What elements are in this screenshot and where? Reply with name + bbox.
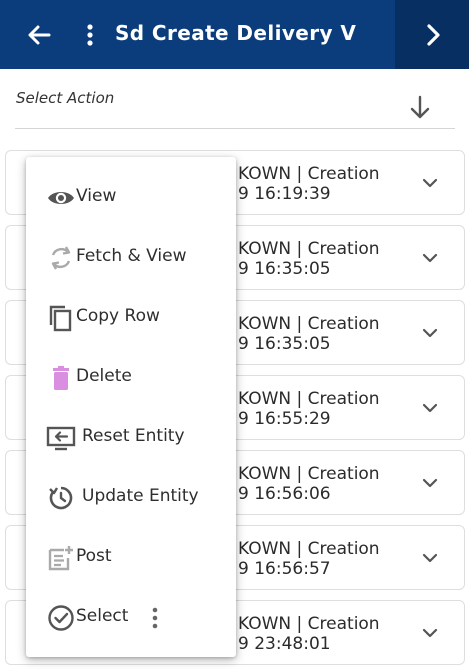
arrow-left-icon <box>28 25 51 45</box>
back-button[interactable] <box>24 20 54 50</box>
menu-item-label: Fetch & View <box>76 246 187 266</box>
app-header: Sd Create Delivery V <box>0 0 469 69</box>
select-action-label[interactable]: Select Action <box>16 89 114 107</box>
row-timestamp: 9 16:56:06 <box>238 484 331 504</box>
chevron-down-icon[interactable] <box>420 250 440 266</box>
page-title: Sd Create Delivery V <box>115 21 357 45</box>
more-options-icon[interactable] <box>150 605 160 631</box>
row-action-menu: View Fetch & View Copy Row Delete Reset … <box>26 157 236 657</box>
next-button[interactable] <box>395 0 469 69</box>
row-title: KOWN | Creation <box>238 614 380 634</box>
row-timestamp: 9 23:48:01 <box>238 634 331 654</box>
row-timestamp: 9 16:55:29 <box>238 409 331 429</box>
row-title: KOWN | Creation <box>238 464 380 484</box>
chevron-right-icon <box>427 24 440 46</box>
chevron-down-icon[interactable] <box>420 175 440 191</box>
row-title: KOWN | Creation <box>238 314 380 334</box>
menu-item-label: View <box>76 186 117 206</box>
chevron-down-icon[interactable] <box>420 625 440 641</box>
menu-item-label: Select <box>76 606 129 626</box>
menu-item-update-entity[interactable]: Update Entity <box>26 467 236 527</box>
refresh-icon <box>51 246 71 270</box>
menu-item-label: Update Entity <box>82 486 199 506</box>
chevron-down-icon[interactable] <box>420 475 440 491</box>
chevron-down-icon[interactable] <box>420 400 440 416</box>
kebab-vertical-icon <box>87 24 93 46</box>
arrow-down-icon <box>410 95 430 119</box>
row-title: KOWN | Creation <box>238 539 380 559</box>
row-title: KOWN | Creation <box>238 164 380 184</box>
eye-icon <box>48 192 74 204</box>
chevron-down-icon[interactable] <box>420 325 440 341</box>
check-circle-icon <box>48 605 74 631</box>
chevron-down-icon[interactable] <box>420 550 440 566</box>
menu-item-copy-row[interactable]: Copy Row <box>26 287 236 347</box>
row-title: KOWN | Creation <box>238 239 380 259</box>
row-timestamp: 9 16:56:57 <box>238 559 331 579</box>
reset-entity-icon <box>46 426 76 451</box>
update-clock-icon <box>49 486 73 510</box>
menu-item-view[interactable]: View <box>26 167 236 227</box>
menu-item-select[interactable]: Select <box>26 587 236 647</box>
menu-item-label: Delete <box>76 366 132 386</box>
row-timestamp: 9 16:19:39 <box>238 184 331 204</box>
menu-item-delete[interactable]: Delete <box>26 347 236 407</box>
trash-icon <box>53 366 69 390</box>
header-menu-button[interactable] <box>82 20 98 50</box>
menu-item-label: Copy Row <box>76 306 160 326</box>
row-timestamp: 9 16:35:05 <box>238 334 331 354</box>
menu-item-label: Post <box>76 546 112 566</box>
sort-button[interactable] <box>406 94 434 122</box>
toolbar-divider <box>15 128 455 129</box>
copy-icon <box>49 305 72 332</box>
post-note-icon <box>48 546 73 571</box>
row-timestamp: 9 16:35:05 <box>238 259 331 279</box>
menu-item-fetch-view[interactable]: Fetch & View <box>26 227 236 287</box>
menu-item-label: Reset Entity <box>82 426 185 446</box>
menu-item-post[interactable]: Post <box>26 527 236 587</box>
row-title: KOWN | Creation <box>238 389 380 409</box>
menu-item-reset-entity[interactable]: Reset Entity <box>26 407 236 467</box>
